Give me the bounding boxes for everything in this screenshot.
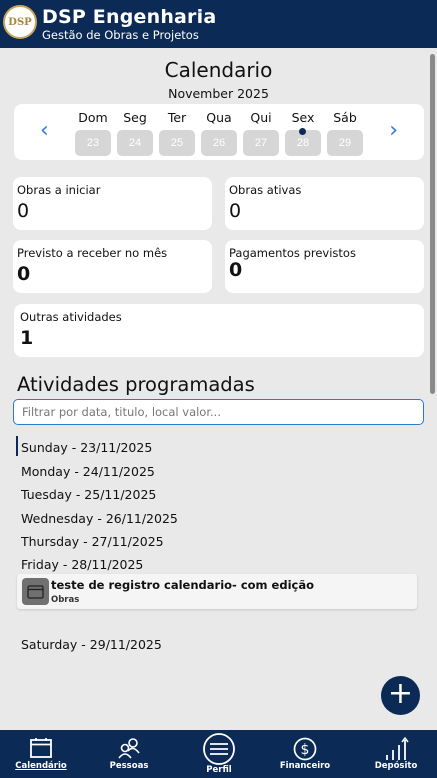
card-value: 0 — [17, 200, 30, 222]
bottom-nav: Calendário Pessoas Perfil $ Financeiro D… — [0, 730, 437, 778]
nav-label: Calendário — [15, 761, 67, 771]
card-previsto-receber[interactable]: Previsto a receber no mês 0 — [13, 240, 212, 293]
day-number[interactable]: 26 — [201, 130, 237, 156]
day-number[interactable]: 29 — [327, 130, 363, 156]
day-number[interactable]: 27 — [243, 130, 279, 156]
event-card[interactable]: teste de registro calendario- com edição… — [17, 574, 417, 609]
add-button[interactable]: + — [381, 676, 420, 715]
filter-input[interactable] — [13, 399, 424, 425]
bar-chart-icon — [356, 737, 436, 763]
date-row[interactable]: Sunday - 23/11/2025 — [21, 440, 152, 455]
card-label: Obras ativas — [229, 183, 302, 197]
day-mon[interactable]: Seg 24 — [117, 110, 153, 156]
nav-label: Perfil — [206, 765, 232, 775]
day-number[interactable]: 23 — [75, 130, 111, 156]
activities-title: Atividades programadas — [17, 373, 255, 396]
card-obras-a-iniciar[interactable]: Obras a iniciar 0 — [13, 177, 212, 230]
day-wed[interactable]: Qua 26 — [201, 110, 237, 156]
day-name: Ter — [167, 110, 187, 125]
day-thu[interactable]: Qui 27 — [243, 110, 279, 156]
calendar-title: Calendario — [164, 58, 273, 82]
day-name: Dom — [78, 110, 108, 125]
date-row[interactable]: Monday - 24/11/2025 — [21, 464, 155, 479]
chevron-left-icon[interactable]: ‹ — [40, 118, 49, 143]
selected-date-marker — [16, 436, 18, 456]
card-value: 0 — [229, 200, 242, 222]
date-row[interactable]: Tuesday - 25/11/2025 — [21, 487, 156, 502]
event-title: teste de registro calendario- com edição — [51, 578, 314, 592]
event-indicator-dot — [299, 128, 306, 135]
day-number[interactable]: 25 — [159, 130, 195, 156]
card-value: 1 — [20, 327, 34, 349]
nav-label: Pessoas — [109, 761, 149, 771]
day-sun[interactable]: Dom 23 — [75, 110, 111, 156]
svg-text:$: $ — [301, 742, 310, 758]
event-category: Obras — [51, 595, 80, 605]
nav-deposito[interactable]: Depósito — [356, 730, 436, 778]
card-label: Pagamentos previstos — [229, 246, 356, 260]
day-name: Qui — [250, 110, 272, 125]
nav-label: Financeiro — [279, 761, 331, 771]
app-header: DSP DSP Engenharia Gestão de Obras e Pro… — [0, 0, 437, 48]
card-obras-ativas[interactable]: Obras ativas 0 — [225, 177, 424, 230]
date-row[interactable]: Wednesday - 26/11/2025 — [21, 511, 178, 526]
card-label: Previsto a receber no mês — [17, 246, 168, 260]
card-label: Outras atividades — [20, 310, 122, 324]
day-fri[interactable]: Sex 28 — [285, 110, 321, 156]
date-row[interactable]: Saturday - 29/11/2025 — [21, 637, 162, 652]
calendar-icon — [22, 578, 49, 605]
company-logo: DSP — [3, 5, 37, 39]
app-title: DSP Engenharia — [42, 6, 217, 28]
app-subtitle: Gestão de Obras e Projetos — [42, 28, 199, 42]
day-number[interactable]: 24 — [117, 130, 153, 156]
nav-perfil[interactable]: Perfil — [179, 730, 259, 778]
nav-pessoas[interactable]: Pessoas — [89, 730, 169, 778]
date-row[interactable]: Thursday - 27/11/2025 — [21, 534, 164, 549]
calendar-icon — [1, 737, 81, 763]
date-row[interactable]: Friday - 28/11/2025 — [21, 557, 143, 572]
page-scrollbar[interactable] — [430, 54, 435, 394]
day-name: Sáb — [333, 110, 357, 125]
card-value: 0 — [229, 259, 243, 281]
people-icon — [89, 737, 169, 763]
menu-icon — [179, 733, 259, 765]
card-value: 0 — [17, 263, 31, 285]
nav-financeiro[interactable]: $ Financeiro — [265, 730, 345, 778]
day-name: Sex — [291, 110, 315, 125]
day-name: Seg — [123, 110, 147, 125]
card-pagamentos-previstos[interactable]: Pagamentos previstos 0 — [225, 240, 424, 293]
nav-calendario[interactable]: Calendário — [1, 730, 81, 778]
card-outras-atividades[interactable]: Outras atividades 1 — [14, 304, 424, 357]
day-name: Qua — [206, 110, 232, 125]
week-strip: ‹ Dom 23 Seg 24 Ter 25 Qua 26 Qui 27 Sex… — [14, 104, 424, 160]
nav-label: Depósito — [374, 761, 418, 771]
calendar-month: November 2025 — [168, 86, 269, 101]
chevron-right-icon[interactable]: › — [389, 118, 398, 143]
day-sat[interactable]: Sáb 29 — [327, 110, 363, 156]
card-label: Obras a iniciar — [17, 183, 101, 197]
day-tue[interactable]: Ter 25 — [159, 110, 195, 156]
dollar-icon: $ — [265, 737, 345, 763]
